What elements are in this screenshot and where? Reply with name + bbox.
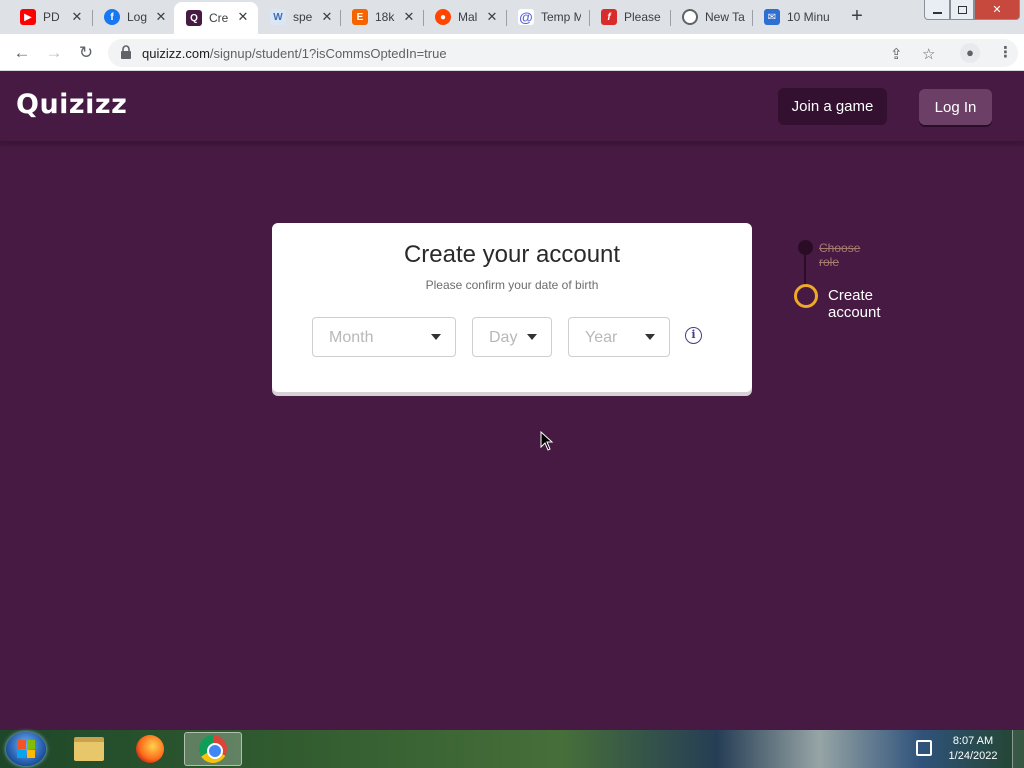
card-subtitle: Please confirm your date of birth: [425, 278, 599, 292]
year-placeholder: Year: [585, 329, 618, 346]
clock-date: 1/24/2022: [948, 750, 998, 762]
close-tab-icon[interactable]: ✕: [154, 9, 168, 25]
show-desktop-button[interactable]: [1012, 730, 1024, 768]
reload-button[interactable]: ↻: [74, 41, 98, 65]
system-clock[interactable]: 8:07 AM 1/24/2022: [942, 734, 1004, 764]
url-path: /signup/student/1?isCommsOptedIn=true: [209, 46, 447, 61]
close-tab-icon[interactable]: ✕: [70, 9, 84, 25]
at-icon: @: [518, 9, 534, 25]
close-tab-icon[interactable]: ✕: [236, 9, 250, 25]
step-choose-role[interactable]: Choose role: [819, 241, 860, 269]
tab-new-tab[interactable]: New Tab: [670, 2, 752, 32]
reload-icon: ↻: [78, 43, 94, 62]
network-icon[interactable]: [916, 740, 932, 756]
windows-taskbar: 8:07 AM 1/24/2022: [0, 730, 1024, 768]
restore-icon: [957, 5, 967, 14]
mouse-cursor-icon: [540, 431, 554, 451]
e-icon: E: [352, 9, 368, 25]
menu-kebab-icon[interactable]: ⋮: [998, 43, 1013, 61]
bookmark-star-icon[interactable]: ☆: [922, 45, 935, 63]
caret-down-icon: [431, 334, 441, 340]
close-tab-icon[interactable]: ✕: [485, 9, 499, 25]
quizizz-logo[interactable]: Quizizz: [16, 89, 127, 120]
taskbar-chrome[interactable]: [184, 732, 242, 766]
month-placeholder: Month: [329, 329, 374, 346]
w-icon: W: [270, 9, 286, 25]
tab-quizizz[interactable]: Q Cre ✕: [174, 2, 258, 34]
windows-logo-icon: [17, 740, 35, 758]
create-account-card: Create your account Please confirm your …: [272, 223, 752, 392]
facebook-icon: f: [104, 9, 120, 25]
lock-icon: [121, 45, 131, 59]
minimize-button[interactable]: [924, 0, 950, 20]
f-icon: f: [601, 9, 617, 25]
mail-icon: ✉: [764, 9, 780, 25]
year-select[interactable]: Year: [568, 317, 670, 357]
tab-10-minute-mail[interactable]: ✉ 10 Minu: [752, 2, 836, 32]
login-button[interactable]: Log In: [919, 89, 992, 125]
day-select[interactable]: Day: [472, 317, 552, 357]
tab-w[interactable]: W spe ✕: [258, 2, 342, 32]
close-window-button[interactable]: ✕: [974, 0, 1020, 20]
info-icon[interactable]: i: [685, 327, 702, 344]
tab-title: New Tab: [705, 10, 745, 24]
close-tab-icon[interactable]: ✕: [402, 9, 416, 25]
close-icon: ✕: [992, 4, 1002, 16]
close-tab-icon[interactable]: ✕: [320, 9, 334, 25]
caret-down-icon: [527, 334, 537, 340]
site-header: Quizizz Join a game Log In: [0, 71, 1024, 143]
address-bar[interactable]: quizizz.com/signup/student/1?isCommsOpte…: [108, 39, 1018, 67]
step-done-dot: [798, 240, 813, 255]
youtube-icon: ▶: [20, 9, 36, 25]
taskbar-firefox[interactable]: [123, 732, 177, 766]
tab-please[interactable]: f Please: [589, 2, 671, 32]
join-game-button[interactable]: Join a game: [778, 88, 887, 125]
reddit-icon: ●: [435, 9, 451, 25]
browser-toolbar: ← → ↻ quizizz.com/signup/student/1?isCom…: [0, 34, 1024, 71]
forward-arrow-icon: →: [45, 43, 63, 62]
step-current-ring: [794, 284, 818, 308]
tab-facebook[interactable]: f Log ✕: [92, 2, 176, 32]
tab-title: Temp M: [541, 10, 581, 24]
tab-temp-mail[interactable]: @ Temp M: [506, 2, 590, 32]
profile-icon[interactable]: ●: [960, 43, 980, 63]
forward-button[interactable]: →: [42, 41, 66, 65]
folder-icon: [74, 737, 104, 761]
start-button[interactable]: [6, 732, 46, 766]
month-select[interactable]: Month: [312, 317, 456, 357]
clock-time: 8:07 AM: [952, 735, 994, 747]
back-button[interactable]: ←: [10, 41, 34, 65]
restore-button[interactable]: [950, 0, 974, 20]
url-text[interactable]: quizizz.com/signup/student/1?isCommsOpte…: [142, 46, 447, 61]
share-icon[interactable]: ⇪: [890, 45, 903, 63]
back-arrow-icon: ←: [13, 43, 31, 62]
tab-reddit[interactable]: ● Mal ✕: [423, 2, 507, 32]
card-title: Create your account: [403, 241, 621, 268]
caret-down-icon: [645, 334, 655, 340]
new-tab-button[interactable]: +: [846, 6, 868, 28]
url-host: quizizz.com: [142, 46, 210, 61]
day-placeholder: Day: [489, 329, 518, 346]
tab-etsy[interactable]: E 18k ✕: [340, 2, 424, 32]
tab-title: Please: [624, 10, 661, 24]
step-connector: [804, 254, 806, 284]
quizizz-icon: Q: [186, 10, 202, 26]
tab-strip: ▶ PD ✕ f Log ✕ Q Cre ✕ W spe ✕ E 18k ✕ ●…: [0, 0, 1024, 34]
tab-youtube[interactable]: ▶ PD ✕: [8, 2, 92, 32]
step-create-account: Create account: [828, 287, 881, 321]
chrome-icon: [682, 9, 698, 25]
minimize-icon: [932, 11, 942, 14]
tab-title: 10 Minu: [787, 10, 829, 24]
chrome-icon: [199, 735, 227, 763]
firefox-icon: [136, 735, 164, 763]
quizizz-page: Quizizz Join a game Log In Create your a…: [0, 71, 1024, 730]
taskbar-explorer[interactable]: [62, 732, 116, 766]
